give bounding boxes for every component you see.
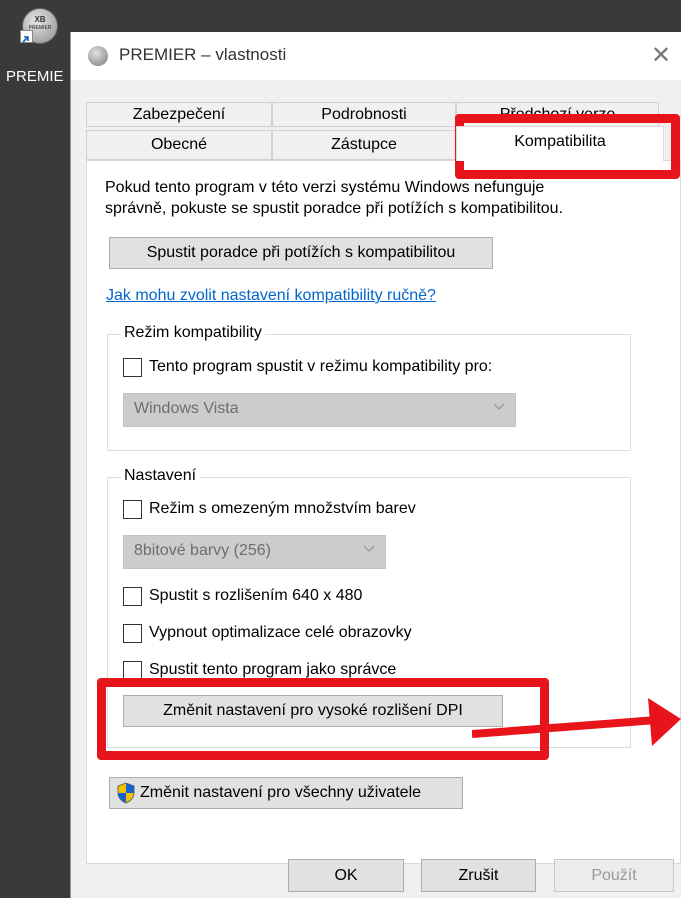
- color-mode-value: 8bitové barvy (256): [134, 542, 271, 559]
- chevron-down-icon: [493, 403, 505, 410]
- manual-settings-help-link[interactable]: Jak mohu zvolit nastavení kompatibility …: [106, 287, 436, 305]
- premier-app-icon: [88, 46, 108, 66]
- annotation-arrow-icon: [472, 698, 681, 746]
- compatibility-os-select: Windows Vista: [123, 393, 516, 427]
- title-bar[interactable]: PREMIER – vlastnosti ✕: [71, 32, 681, 80]
- desktop-shortcut-premier[interactable]: XB PREMIER PREMIE: [6, 6, 64, 85]
- compatibility-mode-checkbox[interactable]: [123, 358, 142, 377]
- tab-compatibility[interactable]: Kompatibilita: [456, 126, 664, 161]
- desktop-icon-text-top: XB: [34, 15, 46, 24]
- shortcut-arrow-icon: [20, 30, 33, 43]
- close-icon: ✕: [650, 42, 672, 69]
- uac-shield-icon: [117, 782, 135, 804]
- run-as-admin-label: Spustit tento program jako správce: [149, 661, 397, 678]
- run-troubleshooter-button[interactable]: Spustit poradce při potížích s kompatibi…: [109, 237, 493, 269]
- dialog-title: PREMIER – vlastnosti: [119, 45, 287, 64]
- compatibility-mode-legend: Režim kompatibility: [121, 324, 265, 342]
- ok-button[interactable]: OK: [288, 859, 404, 892]
- resolution-640-label: Spustit s rozlišením 640 x 480: [149, 587, 363, 604]
- close-button[interactable]: ✕: [646, 42, 676, 70]
- intro-text-line2: správně, pokuste se spustit poradce při …: [105, 200, 564, 217]
- change-settings-all-users-button[interactable]: Změnit nastavení pro všechny uživatele: [109, 777, 463, 809]
- compatibility-os-value: Windows Vista: [134, 400, 239, 417]
- cancel-button[interactable]: Zrušit: [421, 859, 536, 892]
- settings-legend: Nastavení: [121, 467, 200, 485]
- desktop-icon-label: PREMIE: [6, 68, 64, 85]
- tab-shortcut[interactable]: Zástupce: [272, 130, 456, 160]
- chevron-down-icon: [363, 545, 375, 552]
- intro-text-line1: Pokud tento program v této verzi systému…: [105, 179, 545, 196]
- apply-button[interactable]: Použít: [554, 859, 674, 892]
- reduced-color-label: Režim s omezeným množstvím barev: [149, 500, 416, 517]
- reduced-color-checkbox[interactable]: [123, 500, 142, 519]
- disable-fullscreen-opt-checkbox[interactable]: [123, 624, 142, 643]
- resolution-640-checkbox[interactable]: [123, 587, 142, 606]
- change-settings-all-users-label: Změnit nastavení pro všechny uživatele: [140, 784, 422, 801]
- tab-security[interactable]: Zabezpečení: [86, 102, 272, 127]
- disable-fullscreen-opt-label: Vypnout optimalizace celé obrazovky: [149, 624, 412, 641]
- color-mode-select: 8bitové barvy (256): [123, 535, 386, 569]
- compatibility-mode-label: Tento program spustit v režimu kompatibi…: [149, 358, 493, 375]
- compatibility-mode-group: Režim kompatibility Tento program spusti…: [107, 324, 631, 451]
- tab-general[interactable]: Obecné: [86, 130, 272, 160]
- tab-details[interactable]: Podrobnosti: [272, 102, 456, 127]
